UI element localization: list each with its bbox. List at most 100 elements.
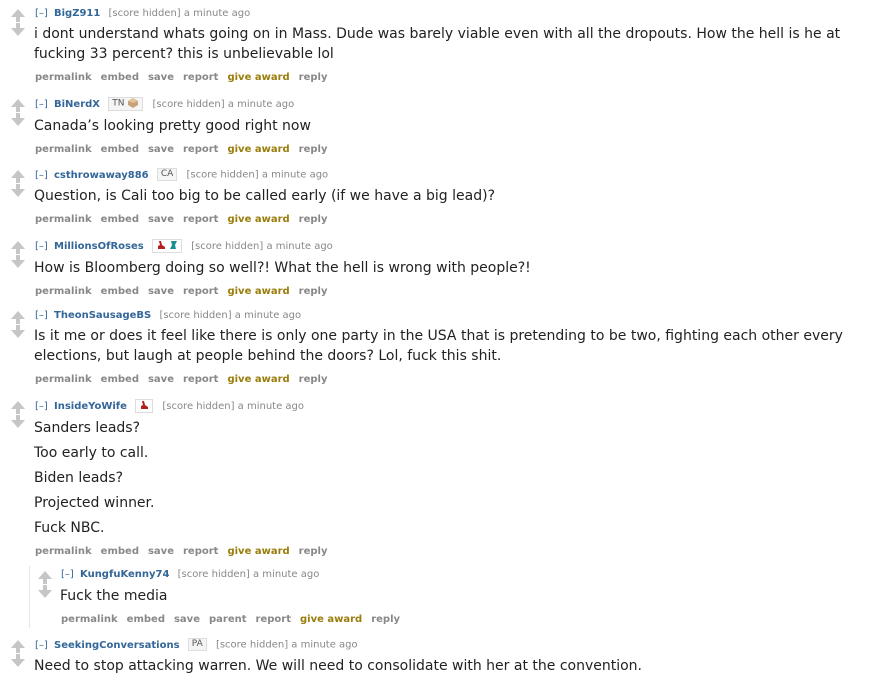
permalink-button[interactable]: permalink	[35, 546, 92, 557]
collapse-toggle[interactable]: [–]	[35, 99, 48, 110]
timestamp[interactable]: a minute ago	[184, 8, 250, 19]
timestamp[interactable]: a minute ago	[228, 99, 294, 110]
embed-button[interactable]: embed	[101, 72, 139, 83]
mask-icon	[128, 98, 139, 108]
embed-button[interactable]: embed	[127, 614, 165, 625]
author-link[interactable]: SeekingConversations	[54, 640, 180, 651]
upvote-arrow-icon[interactable]	[11, 311, 25, 324]
give-award-button[interactable]: give award	[300, 614, 362, 625]
downvote-arrow-icon[interactable]	[11, 184, 25, 197]
report-button[interactable]: report	[183, 546, 218, 557]
reply-button[interactable]: reply	[299, 286, 328, 297]
permalink-button[interactable]: permalink	[35, 374, 92, 385]
comment-text: elections, but laugh at people behind th…	[34, 348, 502, 364]
downvote-arrow-icon[interactable]	[11, 654, 25, 667]
reply-button[interactable]: reply	[299, 72, 328, 83]
downvote-arrow-icon[interactable]	[11, 23, 25, 36]
report-button[interactable]: report	[183, 214, 218, 225]
comment-text: Fuck the media	[60, 588, 168, 604]
timestamp[interactable]: a minute ago	[235, 310, 301, 321]
upvote-arrow-icon[interactable]	[11, 9, 25, 22]
upvote-arrow-icon[interactable]	[38, 571, 52, 584]
parent-button[interactable]: parent	[209, 614, 247, 625]
downvote-arrow-icon[interactable]	[11, 255, 25, 268]
author-link[interactable]: BigZ911	[54, 8, 100, 19]
comment-text: Too early to call.	[34, 445, 149, 461]
timestamp[interactable]: a minute ago	[262, 170, 328, 181]
collapse-toggle[interactable]: [–]	[35, 401, 48, 412]
comment-text: fucking 33 percent? this is unbelievable…	[34, 46, 334, 62]
reply-button[interactable]: reply	[299, 214, 328, 225]
author-link[interactable]: MillionsOfRoses	[54, 241, 144, 252]
collapse-toggle[interactable]: [–]	[35, 8, 48, 19]
give-award-button[interactable]: give award	[227, 214, 289, 225]
report-button[interactable]: report	[183, 286, 218, 297]
embed-button[interactable]: embed	[101, 546, 139, 557]
downvote-arrow-icon[interactable]	[11, 113, 25, 126]
give-award-button[interactable]: give award	[227, 286, 289, 297]
downvote-arrow-icon[interactable]	[11, 415, 25, 428]
author-link[interactable]: BiNerdX	[54, 99, 100, 110]
permalink-button[interactable]: permalink	[35, 286, 92, 297]
save-button[interactable]: save	[148, 546, 174, 557]
bernie-icon	[157, 241, 165, 249]
comment-text: How is Bloomberg doing so well?! What th…	[34, 260, 531, 276]
timestamp[interactable]: a minute ago	[266, 241, 332, 252]
permalink-button[interactable]: permalink	[35, 214, 92, 225]
report-button[interactable]: report	[183, 72, 218, 83]
reply-button[interactable]: reply	[371, 614, 400, 625]
author-link[interactable]: csthrowaway886	[54, 170, 149, 181]
embed-button[interactable]: embed	[101, 144, 139, 155]
save-button[interactable]: save	[148, 72, 174, 83]
score-hidden: [score hidden]	[152, 98, 225, 110]
author-link[interactable]: KungfuKenny74	[80, 569, 169, 580]
reply-button[interactable]: reply	[299, 546, 328, 557]
score-hidden: [score hidden]	[186, 169, 259, 181]
score-hidden: [score hidden]	[215, 639, 289, 651]
collapse-toggle[interactable]: [–]	[35, 241, 48, 252]
author-link[interactable]: TheonSausageBS	[54, 310, 151, 321]
save-button[interactable]: save	[148, 286, 174, 297]
collapse-toggle[interactable]: [–]	[35, 310, 48, 321]
permalink-button[interactable]: permalink	[35, 144, 92, 155]
upvote-arrow-icon[interactable]	[11, 241, 25, 254]
reply-button[interactable]: reply	[299, 144, 328, 155]
timestamp[interactable]: a minute ago	[238, 401, 304, 412]
give-award-button[interactable]: give award	[227, 144, 289, 155]
user-flair	[151, 239, 182, 253]
comment-buttons: permalink embed save report give award reply	[35, 286, 337, 298]
collapse-toggle[interactable]: [–]	[35, 640, 48, 651]
comment-tagline: [–] BiNerdX TN [score hidden] a minute a…	[35, 97, 294, 111]
comment-text: Sanders leads?	[34, 420, 141, 436]
embed-button[interactable]: embed	[101, 374, 139, 385]
collapse-toggle[interactable]: [–]	[61, 569, 74, 580]
downvote-arrow-icon[interactable]	[11, 325, 25, 338]
downvote-arrow-icon[interactable]	[38, 585, 52, 598]
reply-button[interactable]: reply	[299, 374, 328, 385]
report-button[interactable]: report	[183, 144, 218, 155]
upvote-arrow-icon[interactable]	[11, 640, 25, 653]
upvote-arrow-icon[interactable]	[11, 99, 25, 112]
give-award-button[interactable]: give award	[227, 374, 289, 385]
save-button[interactable]: save	[148, 144, 174, 155]
save-button[interactable]: save	[148, 374, 174, 385]
permalink-button[interactable]: permalink	[35, 72, 92, 83]
give-award-button[interactable]: give award	[227, 72, 289, 83]
timestamp[interactable]: a minute ago	[253, 569, 319, 580]
save-button[interactable]: save	[148, 214, 174, 225]
report-button[interactable]: report	[183, 374, 218, 385]
permalink-button[interactable]: permalink	[61, 614, 118, 625]
thread-line[interactable]	[29, 566, 30, 628]
collapse-toggle[interactable]: [–]	[35, 170, 48, 181]
give-award-button[interactable]: give award	[227, 546, 289, 557]
timestamp[interactable]: a minute ago	[291, 640, 357, 651]
report-button[interactable]: report	[256, 614, 291, 625]
embed-button[interactable]: embed	[101, 286, 139, 297]
comment-text: Question, is Cali too big to be called e…	[34, 188, 496, 204]
upvote-arrow-icon[interactable]	[11, 170, 25, 183]
author-link[interactable]: InsideYoWife	[54, 401, 127, 412]
comment-text: i dont understand whats going on in Mass…	[34, 26, 841, 42]
embed-button[interactable]: embed	[101, 214, 139, 225]
save-button[interactable]: save	[174, 614, 200, 625]
upvote-arrow-icon[interactable]	[11, 401, 25, 414]
